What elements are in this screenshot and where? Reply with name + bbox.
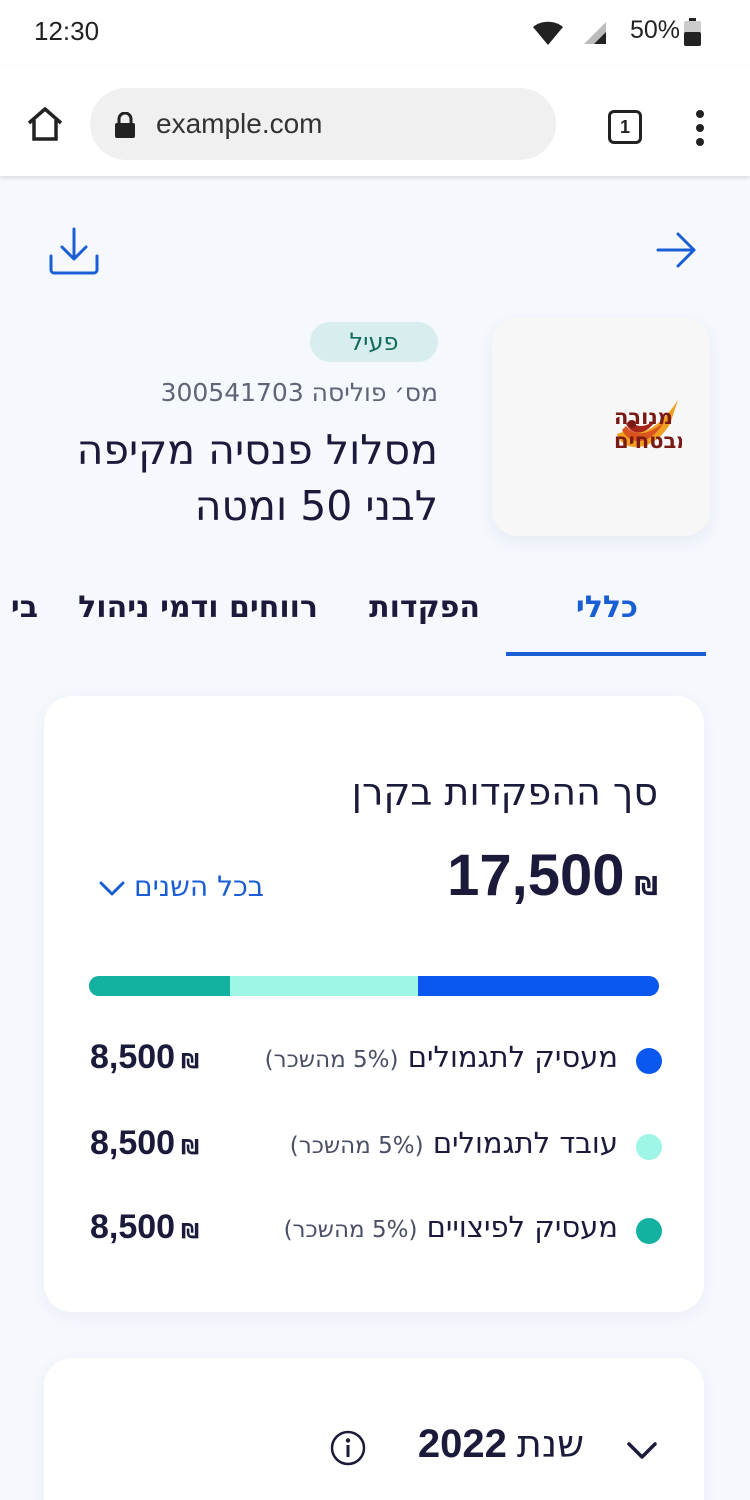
deposits-breakdown-bar — [89, 976, 659, 996]
legend-dot — [636, 1218, 662, 1244]
address-bar[interactable]: example.com — [90, 88, 556, 160]
info-icon[interactable] — [330, 1430, 366, 1466]
deposit-item-note: (5% מהשכר) — [283, 1217, 418, 1243]
period-dropdown[interactable]: בכל השנים — [98, 870, 264, 903]
status-bar: 12:30 50% — [0, 0, 750, 66]
deposit-item: מעסיק לתגמולים (5% מהשכר) 8,500 ₪ — [90, 1038, 662, 1082]
section-tabs: כללי הפקדות רווחים ודמי ניהול בי — [0, 580, 750, 660]
deposit-item: מעסיק לפיצויים (5% מהשכר) 8,500 ₪ — [90, 1208, 662, 1252]
policy-title: מסלול פנסיה מקיפה לבני 50 ומטה — [76, 426, 438, 530]
deposit-item-note: (5% מהשכר) — [264, 1047, 399, 1073]
deposits-title: סך ההפקדות בקרן — [351, 770, 658, 814]
deposits-total: 17,500 ₪ — [447, 842, 658, 909]
year-title: שנת2022 — [418, 1422, 584, 1467]
tab-insurance[interactable]: בי — [11, 590, 38, 625]
deposit-item-label: מעסיק לפיצויים (5% מהשכר) — [283, 1210, 618, 1244]
browser-toolbar: example.com 1 — [0, 66, 750, 176]
policy-status-badge: פעיל — [310, 322, 438, 362]
svg-text:מבטחים: מבטחים — [614, 429, 682, 453]
policy-number: מס׳ פוליסה 300541703 — [160, 378, 438, 407]
deposit-item-value: 8,500 ₪ — [90, 1038, 200, 1076]
menora-logo: מנורה מבטחים — [614, 400, 682, 453]
battery-percent: 50% — [630, 16, 681, 44]
chevron-down-icon — [627, 1442, 657, 1459]
deposit-item-label: עובד לתגמולים (5% מהשכר) — [289, 1126, 618, 1160]
url-text: example.com — [156, 108, 323, 139]
deposit-item: עובד לתגמולים (5% מהשכר) 8,500 ₪ — [90, 1124, 662, 1168]
deposit-item-value: 8,500 ₪ — [90, 1124, 200, 1162]
deposit-item-label: מעסיק לתגמולים (5% מהשכר) — [264, 1040, 618, 1074]
year-word: שנת — [516, 1422, 584, 1466]
active-tab-indicator — [506, 652, 706, 656]
lock-icon — [115, 112, 135, 138]
year-accordion[interactable]: שנת2022 — [44, 1358, 704, 1500]
home-icon[interactable] — [26, 106, 64, 142]
tab-profits-fees[interactable]: רווחים ודמי ניהול — [78, 590, 318, 625]
deposit-item-value: 8,500 ₪ — [90, 1208, 200, 1246]
deposits-total-currency: ₪ — [634, 872, 658, 902]
signal-icon — [584, 22, 606, 44]
tab-general[interactable]: כללי — [576, 590, 638, 625]
back-arrow-icon[interactable] — [654, 228, 698, 272]
svg-text:מנורה: מנורה — [614, 405, 673, 429]
deposits-total-value: 17,500 — [447, 843, 625, 908]
bar-segment-severance — [89, 976, 230, 996]
deposits-card: סך ההפקדות בקרן 17,500 ₪ בכל השנים מעסיק … — [44, 696, 704, 1312]
period-dropdown-label: בכל השנים — [134, 870, 264, 903]
year-value: 2022 — [417, 1422, 507, 1466]
insurer-logo-card: מנורה מבטחים — [492, 318, 710, 536]
tab-deposits[interactable]: הפקדות — [369, 590, 480, 625]
deposit-item-note: (5% מהשכר) — [289, 1133, 424, 1159]
battery-icon — [684, 18, 701, 46]
wifi-icon — [533, 21, 563, 45]
status-time: 12:30 — [34, 16, 100, 46]
legend-dot — [636, 1134, 662, 1160]
tab-switcher-button[interactable]: 1 — [608, 110, 642, 144]
legend-dot — [636, 1048, 662, 1074]
chevron-down-icon — [99, 881, 125, 896]
more-menu-icon[interactable] — [690, 108, 710, 148]
download-icon[interactable] — [48, 226, 100, 276]
